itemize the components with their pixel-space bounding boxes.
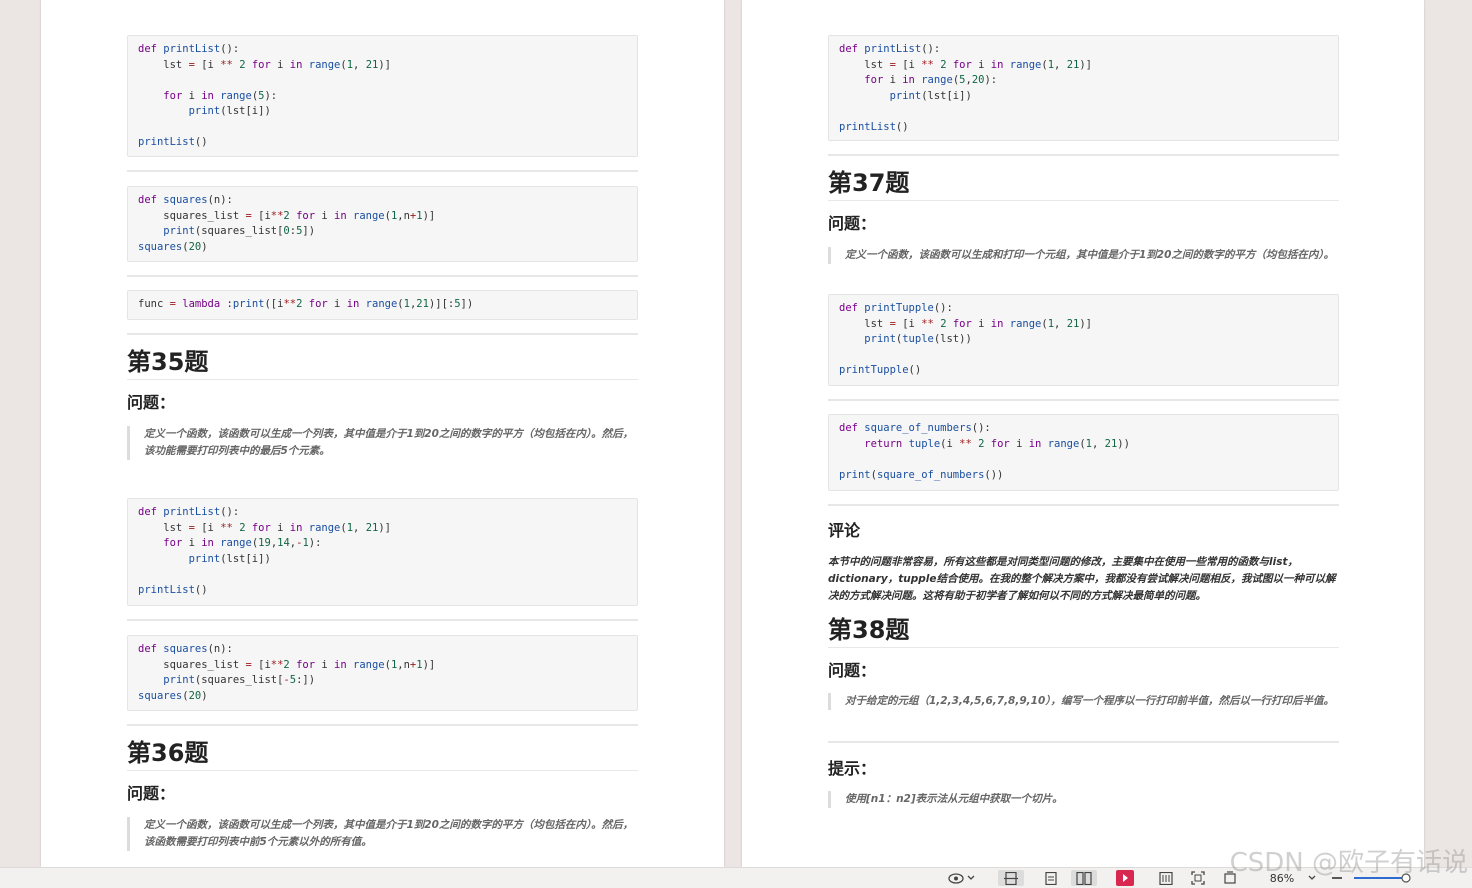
divider bbox=[828, 504, 1339, 506]
code-line: def printList(): bbox=[138, 43, 240, 55]
code-line: printList() bbox=[138, 136, 208, 148]
fullscreen-icon[interactable] bbox=[1188, 870, 1208, 886]
code-line: squares_list = [i**2 for i in range(1,n+… bbox=[138, 658, 436, 671]
code-line: squares(20) bbox=[138, 689, 208, 702]
code-line: lst = [i ** 2 for i in range(1, 21)] bbox=[839, 58, 1092, 71]
question-title: 第38题 bbox=[828, 615, 1339, 648]
document-page-right: def printList(): lst = [i ** 2 for i in … bbox=[742, 0, 1424, 867]
code-line: print(lst[i]) bbox=[188, 552, 271, 565]
code-line: for i in range(19,14,-1): bbox=[163, 537, 322, 549]
question-label: 问题： bbox=[828, 661, 877, 680]
code-line: squares_list = [i**2 for i in range(1,n+… bbox=[138, 209, 436, 222]
question-text: 定义一个函数，该函数可以生成一个列表，其中值是介于1到20之间的数字的平方（均包… bbox=[127, 817, 634, 851]
code-line: def printList(): bbox=[839, 43, 941, 55]
code-line: print(squares_list[0:5]) bbox=[163, 225, 316, 237]
divider bbox=[127, 275, 638, 277]
divider bbox=[127, 170, 638, 172]
divider bbox=[127, 333, 638, 335]
code-line: print(squares_list[-5:]) bbox=[163, 674, 316, 686]
code-line: def printList(): bbox=[138, 506, 240, 518]
divider bbox=[828, 399, 1339, 401]
comment-text: 本节中的问题非常容易，所有这些都是对同类型问题的修改，主要集中在使用一些常用的函… bbox=[828, 556, 1336, 602]
code-line: def squares(n): bbox=[138, 643, 233, 655]
question-text: 定义一个函数，该函数可以生成和打印一个元组，其中值是介于1到20之间的数字的平方… bbox=[828, 247, 1335, 264]
code-block: def squares(n): squares_list = [i**2 for… bbox=[127, 635, 638, 711]
hint-label: 提示： bbox=[828, 759, 877, 778]
scroll-page-icon[interactable] bbox=[1041, 870, 1061, 886]
code-line: def square_of_numbers(): bbox=[839, 422, 991, 434]
question-label: 问题： bbox=[828, 214, 877, 233]
code-line: lst = [i ** 2 for i in range(1, 21)] bbox=[839, 317, 1092, 330]
code-line: def printTupple(): bbox=[839, 302, 953, 314]
code-line: for i in range(5): bbox=[163, 89, 278, 102]
divider bbox=[127, 619, 638, 621]
question-text: 定义一个函数，该函数可以生成一个列表，其中值是介于1到20之间的数字的平方（均包… bbox=[127, 426, 634, 460]
code-line: print(square_of_numbers()) bbox=[839, 468, 1004, 481]
document-page-left: def printList(): lst = [i ** 2 for i in … bbox=[41, 0, 724, 867]
question-title: 第35题 bbox=[127, 347, 638, 380]
code-line: printList() bbox=[839, 120, 909, 133]
question-label: 问题： bbox=[127, 784, 176, 803]
code-line: return tuple(i ** 2 for i in range(1, 21… bbox=[864, 437, 1130, 450]
comment-title: 评论 bbox=[828, 521, 861, 540]
chevron-down-icon[interactable] bbox=[966, 870, 976, 886]
code-block: def squares(n): squares_list = [i**2 for… bbox=[127, 186, 638, 262]
question-label: 问题： bbox=[127, 393, 176, 412]
question-text: 对于给定的元组（1,2,3,4,5,6,7,8,9,10），编写一个程序以一行打… bbox=[828, 693, 1335, 710]
question-title: 第36题 bbox=[127, 738, 638, 771]
divider bbox=[828, 154, 1339, 156]
code-block: func = lambda :print([i**2 for i in rang… bbox=[127, 290, 638, 320]
code-line: print(lst[i]) bbox=[889, 89, 972, 102]
hint-text: 使用[n1：n2]表示法从元组中获取一个切片。 bbox=[828, 791, 1335, 808]
two-page-icon[interactable] bbox=[1071, 870, 1097, 886]
code-line: printList() bbox=[138, 583, 208, 596]
single-page-icon[interactable] bbox=[998, 870, 1024, 886]
code-block: def printList(): lst = [i ** 2 for i in … bbox=[127, 498, 638, 606]
divider bbox=[127, 724, 638, 726]
code-line: print(lst[i]) bbox=[188, 105, 271, 117]
watermark: CSDN @欧子有话说 bbox=[1229, 848, 1468, 878]
code-line: for i in range(5,20): bbox=[864, 74, 998, 86]
divider bbox=[828, 741, 1339, 743]
eye-icon[interactable] bbox=[945, 870, 967, 886]
code-block: def square_of_numbers(): return tuple(i … bbox=[828, 414, 1339, 491]
code-line: print(tuple(lst)) bbox=[864, 333, 972, 345]
code-block: def printTupple(): lst = [i ** 2 for i i… bbox=[828, 294, 1339, 386]
code-block: def printList(): lst = [i ** 2 for i in … bbox=[828, 35, 1339, 141]
question-title: 第37题 bbox=[828, 168, 1339, 201]
code-line: lst = [i ** 2 for i in range(1, 21)] bbox=[138, 521, 391, 534]
play-icon[interactable] bbox=[1115, 870, 1135, 886]
code-line: squares(20) bbox=[138, 240, 208, 253]
code-line: lst = [i ** 2 for i in range(1, 21)] bbox=[138, 58, 391, 71]
code-block: def printList(): lst = [i ** 2 for i in … bbox=[127, 35, 638, 157]
code-line: def squares(n): bbox=[138, 194, 233, 206]
fit-width-icon[interactable] bbox=[1156, 870, 1176, 886]
code-line: func = lambda :print([i**2 for i in rang… bbox=[138, 298, 474, 310]
code-line: printTupple() bbox=[839, 364, 922, 376]
